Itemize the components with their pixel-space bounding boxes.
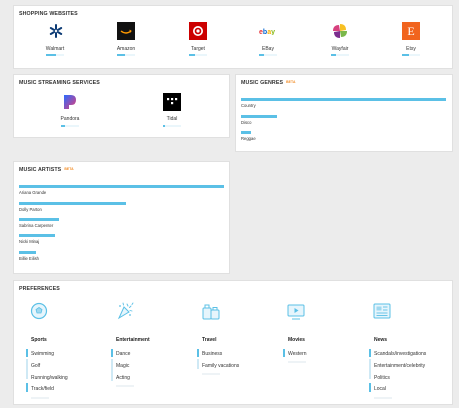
- news-track: [374, 397, 392, 399]
- category-travel: Travel: [202, 337, 217, 343]
- entertainment-track: [116, 385, 134, 387]
- artist-bar-nicki-minaj: [19, 234, 55, 237]
- music-artists-title-text: MUSIC ARTISTS: [19, 167, 62, 173]
- etsy-e-icon[interactable]: E: [402, 22, 420, 40]
- artist-bar-dolly-parton: [19, 202, 126, 205]
- newspaper-icon: [371, 300, 393, 322]
- walmart-engagement-bar: [46, 54, 64, 56]
- movies-bar-western: [283, 349, 285, 357]
- category-movies: Movies: [288, 337, 305, 343]
- preferences-title: PREFERENCES: [19, 286, 60, 292]
- sports-item-track-field[interactable]: Track/field: [31, 386, 54, 392]
- walmart-label: Walmart: [45, 46, 65, 52]
- entertainment-item-dance[interactable]: Dance: [116, 351, 130, 357]
- ebay-label: EBay: [262, 46, 274, 52]
- news-bar-scandals: [369, 349, 371, 357]
- news-item-scandals-investigations[interactable]: Scandals/investigations: [374, 351, 426, 357]
- music-genres-title: MUSIC GENRES BETA: [241, 80, 296, 86]
- wayfair-engagement-bar: [331, 54, 349, 56]
- tidal-engagement-bar: [163, 125, 181, 127]
- genre-bar-disco: [241, 115, 277, 118]
- travel-track: [202, 373, 220, 375]
- travel-bar-business: [197, 349, 199, 357]
- sports-bar-track-field: [26, 383, 28, 392]
- etsy-letter: E: [407, 23, 415, 38]
- travel-item-family-vacations[interactable]: Family vacations: [202, 363, 239, 369]
- walmart-spark-icon[interactable]: [47, 22, 64, 39]
- sports-item-running-walking[interactable]: Running/walking: [31, 375, 68, 381]
- preferences-card: PREFERENCES Sports Swimming Golf Running…: [13, 280, 453, 405]
- movie-screen-icon: [285, 300, 307, 322]
- svg-text:ebay: ebay: [259, 29, 275, 35]
- music-artists-card: MUSIC ARTISTS BETA Ariana Grande Dolly Pa…: [13, 161, 230, 274]
- shopping-websites-card: SHOPPING WEBSITES Walmart Amazon Target …: [13, 5, 453, 69]
- soccer-ball-icon: [28, 300, 50, 322]
- wayfair-label: Wayfair: [331, 46, 349, 52]
- news-bar-local: [369, 383, 371, 392]
- sports-item-swimming[interactable]: Swimming: [31, 351, 54, 357]
- artist-label-ariana-grande: Ariana Grande: [19, 190, 47, 195]
- ebay-engagement-bar: [259, 54, 277, 56]
- news-item-entertainment-celebrity[interactable]: Entertainment/celebrity: [374, 363, 425, 369]
- travel-item-business[interactable]: Business: [202, 351, 222, 357]
- music-artists-title: MUSIC ARTISTS BETA: [19, 167, 74, 173]
- movies-track: [288, 361, 306, 363]
- genre-label-country: Country: [241, 103, 256, 108]
- entertainment-bar-rest: [111, 359, 113, 381]
- beta-badge: BETA: [286, 80, 296, 84]
- beta-badge: BETA: [64, 167, 74, 171]
- target-bullseye-icon[interactable]: [189, 22, 207, 40]
- music-genres-title-text: MUSIC GENRES: [241, 80, 284, 86]
- music-streaming-card: MUSIC STREAMING SERVICES Pandora Tidal: [13, 74, 230, 138]
- news-item-local[interactable]: Local: [374, 386, 386, 392]
- etsy-label: Etsy: [406, 46, 416, 52]
- wayfair-pinwheel-icon[interactable]: [331, 22, 349, 40]
- luggage-icon: [200, 300, 222, 322]
- artist-bar-sabrina-carpenter: [19, 218, 59, 221]
- amazon-smile-icon[interactable]: [117, 22, 135, 40]
- news-item-politics[interactable]: Politics: [374, 375, 390, 381]
- target-label: Target: [191, 46, 205, 52]
- category-news: News: [374, 337, 388, 343]
- pandora-label: Pandora: [60, 116, 80, 122]
- shopping-websites-title: SHOPPING WEBSITES: [19, 11, 78, 17]
- artist-bar-billie-eilish: [19, 251, 36, 254]
- artist-bar-ariana-grande: [19, 185, 224, 188]
- pandora-p-icon[interactable]: [61, 93, 79, 111]
- sports-item-golf[interactable]: Golf: [31, 363, 40, 369]
- amazon-label: Amazon: [116, 46, 136, 52]
- genre-bar-reggae: [241, 131, 251, 134]
- pandora-engagement-bar: [61, 125, 79, 127]
- genre-bar-country: [241, 98, 446, 101]
- sports-track: [31, 397, 49, 399]
- entertainment-bar-dance: [111, 349, 113, 357]
- music-streaming-title: MUSIC STREAMING SERVICES: [19, 80, 100, 86]
- sports-bar-swimming: [26, 349, 28, 357]
- entertainment-item-acting[interactable]: Acting: [116, 375, 130, 381]
- category-sports: Sports: [31, 337, 47, 343]
- genre-label-disco: Disco: [241, 120, 252, 125]
- music-genres-card: MUSIC GENRES BETA Country Disco Reggae: [235, 74, 453, 152]
- artist-label-sabrina-carpenter: Sabrina Carpenter: [19, 223, 54, 228]
- artist-label-nicki-minaj: Nicki Minaj: [19, 239, 40, 244]
- movies-item-western[interactable]: Western: [288, 351, 307, 357]
- amazon-engagement-bar: [117, 54, 135, 56]
- tidal-label: Tidal: [166, 116, 178, 122]
- travel-bar-rest: [197, 359, 199, 369]
- tidal-dots-icon[interactable]: [163, 93, 181, 111]
- party-popper-icon: [114, 300, 136, 322]
- target-engagement-bar: [189, 54, 207, 56]
- sports-bar-golf: [26, 359, 28, 379]
- category-entertainment: Entertainment: [116, 337, 150, 343]
- ebay-logo-icon[interactable]: ebay: [259, 22, 277, 40]
- entertainment-item-magic[interactable]: Magic: [116, 363, 129, 369]
- genre-label-reggae: Reggae: [241, 136, 256, 141]
- artist-label-dolly-parton: Dolly Parton: [19, 207, 42, 212]
- artist-label-billie-eilish: Billie Eilish: [19, 256, 40, 261]
- news-bar-middle: [369, 359, 371, 379]
- etsy-engagement-bar: [402, 54, 420, 56]
